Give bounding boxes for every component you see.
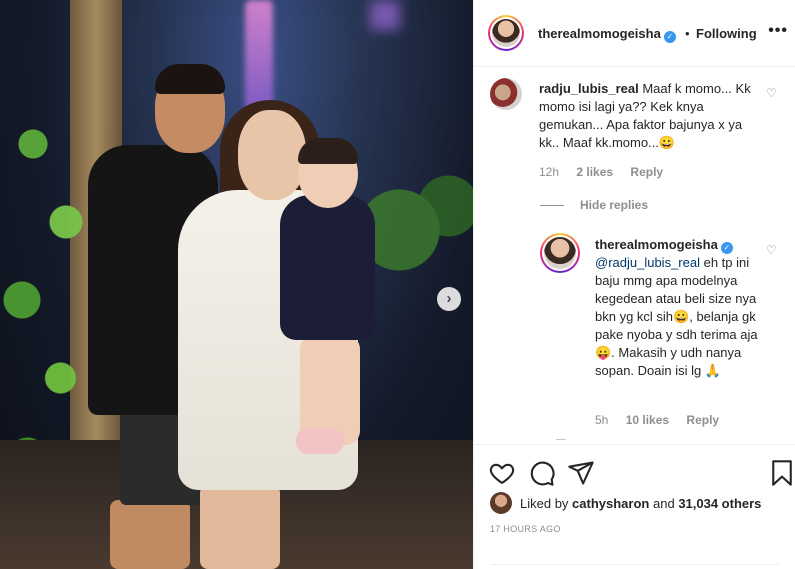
woman-face (238, 110, 306, 200)
like-comment-heart-icon[interactable]: ♡ (766, 86, 777, 100)
hide-replies-button[interactable]: Hide replies (540, 198, 648, 212)
like-heart-icon[interactable] (488, 459, 516, 487)
following-button[interactable]: Following (696, 26, 757, 41)
neon-light (370, 0, 400, 30)
verified-badge-icon: ✓ (663, 31, 676, 43)
man-hair (155, 64, 225, 94)
reply-meta: 5h 10 likes Reply (595, 413, 733, 427)
more-options-icon[interactable]: ••• (768, 22, 788, 40)
post-photo[interactable]: › (0, 0, 473, 569)
next-photo-button[interactable]: › (437, 287, 461, 311)
likes-count-link[interactable]: 31,034 others (678, 496, 761, 511)
comment-username[interactable]: radju_lubis_real (539, 81, 639, 96)
author-name-row: therealmomogeisha ✓ (538, 26, 676, 43)
post-header: therealmomogeisha ✓ • Following ••• (474, 0, 795, 67)
woman-legs (200, 485, 280, 569)
hide-replies-label: Hide replies (580, 198, 649, 212)
commenter-avatar[interactable] (490, 78, 522, 110)
reply-likes[interactable]: 10 likes (626, 413, 669, 427)
child-hair (298, 138, 358, 164)
add-comment-divider (490, 564, 780, 565)
reply-author-avatar[interactable] (540, 233, 580, 273)
post-side-panel: therealmomogeisha ✓ • Following ••• radju… (473, 0, 795, 569)
comment-meta: 12h 2 likes Reply (539, 165, 677, 179)
verified-badge-icon: ✓ (720, 242, 733, 254)
separator-dot: • (685, 26, 690, 41)
hide-replies-line (540, 205, 564, 207)
comment-likes[interactable]: 2 likes (576, 165, 613, 179)
save-bookmark-icon[interactable] (768, 459, 795, 487)
reply-button[interactable]: Reply (630, 165, 663, 179)
reply-reply-button[interactable]: Reply (686, 413, 719, 427)
neon-light (245, 0, 273, 110)
post-timestamp[interactable]: 17 HOURS AGO (490, 524, 561, 534)
liked-by-prefix: Liked by (520, 495, 569, 511)
liker-username[interactable]: cathysharon (572, 496, 649, 511)
more-comments-hint (556, 439, 566, 440)
likes-summary: Liked by cathysharon and 31,034 others (490, 491, 761, 515)
child-jacket (280, 195, 375, 340)
author-username[interactable]: therealmomogeisha (538, 26, 661, 41)
reply-text: eh tp ini baju mmg apa modelnya kegedean… (595, 255, 758, 378)
share-plane-icon[interactable] (567, 459, 595, 487)
comment-bubble-icon[interactable] (528, 459, 556, 487)
man-legs (110, 500, 190, 569)
reply-username[interactable]: therealmomogeisha (595, 237, 718, 252)
author-avatar[interactable] (488, 15, 524, 51)
reply-time[interactable]: 5h (595, 413, 608, 427)
comment-time[interactable]: 12h (539, 165, 559, 179)
liker-avatar[interactable] (490, 492, 512, 514)
reply-body: therealmomogeisha ✓ @radju_lubis_real eh … (595, 236, 765, 380)
child-shoe (296, 428, 344, 454)
post-actions: Liked by cathysharon and 31,034 others 1… (474, 444, 795, 569)
reply-mention-link[interactable]: @radju_lubis_real (595, 255, 700, 270)
comment-body: radju_lubis_real Maaf k momo... Kk momo … (539, 80, 764, 152)
liked-by-and: and (652, 495, 675, 511)
like-reply-heart-icon[interactable]: ♡ (766, 243, 777, 257)
comments-list[interactable]: radju_lubis_real Maaf k momo... Kk momo … (474, 68, 795, 444)
